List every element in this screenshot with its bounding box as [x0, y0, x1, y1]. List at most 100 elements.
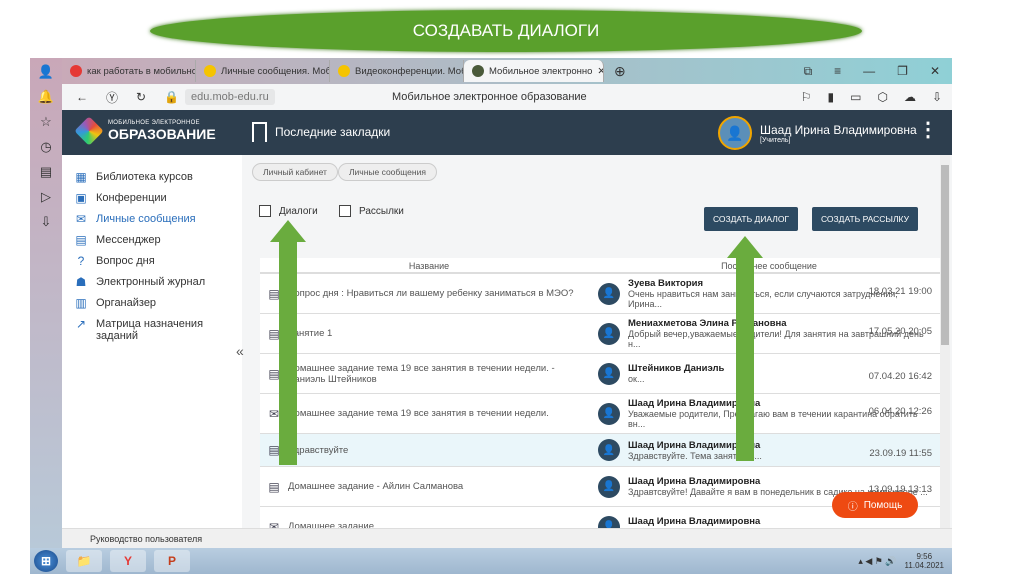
- download-icon[interactable]: ⇩: [41, 214, 52, 230]
- sender-avatar: 👤: [598, 515, 620, 528]
- checkbox-box: [339, 205, 351, 217]
- account-icon[interactable]: ☁: [904, 90, 916, 104]
- breadcrumb-item[interactable]: Личные сообщения: [337, 163, 437, 181]
- reload-icon[interactable]: ↻: [136, 90, 146, 104]
- tray-icons[interactable]: ▴ ◀ ⚑ 🔊: [858, 556, 896, 567]
- sidebar-item-matrix[interactable]: ↗ Матрица назначения заданий: [62, 314, 242, 346]
- table-row[interactable]: ▤ Вопрос дня : Нравиться ли вашему ребен…: [260, 274, 940, 314]
- url-field[interactable]: edu.mob-edu.ru: [185, 89, 275, 105]
- history-icon[interactable]: ◷: [40, 139, 51, 155]
- browser-tab-active[interactable]: Мобильное электронно✕: [464, 60, 604, 82]
- sender-avatar: 👤: [598, 322, 620, 345]
- scrollbar[interactable]: [940, 155, 950, 528]
- powerpoint-icon[interactable]: P: [154, 550, 190, 572]
- bell-icon[interactable]: 🔔: [38, 89, 54, 105]
- star-icon[interactable]: ☆: [40, 114, 52, 130]
- journal-icon: ☗: [75, 275, 87, 289]
- book-icon: ▦: [75, 170, 87, 184]
- chat-icon: ▤: [75, 233, 87, 247]
- logo[interactable]: МОБИЛЬНОЕ ЭЛЕКТРОННОЕ ОБРАЗОВАНИЕ: [74, 116, 216, 146]
- dialog-name: Домашнее задание - Айлин Салманова: [288, 481, 464, 492]
- dialog-name: Домашнее задание тема 19 все занятия в т…: [288, 362, 555, 385]
- question-icon: ?: [77, 254, 85, 268]
- browser-tab[interactable]: Личные сообщения. Моб: [196, 60, 330, 82]
- yandex-sidebar: 👤 🔔 ☆ ◷ ▤ ▷ ⇩: [30, 58, 62, 548]
- bookmark-icon[interactable]: ▮: [828, 90, 835, 104]
- chat-icon: ▤: [268, 479, 280, 494]
- clock[interactable]: 9:56 11.04.2021: [905, 552, 944, 570]
- mail-icon: ✉: [268, 519, 280, 529]
- bookmark-icon: [252, 122, 267, 142]
- tabs-icon[interactable]: ⧉: [804, 64, 813, 79]
- yandex-icon[interactable]: Ⓨ: [106, 89, 118, 106]
- breadcrumb: Личный кабинет Личные сообщения: [252, 163, 437, 181]
- dialogs-checkbox[interactable]: Диалоги: [259, 205, 318, 217]
- play-favicon-icon: [338, 65, 350, 77]
- create-dialog-button[interactable]: СОЗДАТЬ ДИАЛОГ: [704, 207, 798, 231]
- sidebar-item-question[interactable]: ? Вопрос дня: [62, 251, 242, 272]
- start-button[interactable]: ⊞: [34, 550, 58, 572]
- sender-avatar: 👤: [598, 475, 620, 498]
- table-row[interactable]: ▤ Здравствуйте 👤 Шаад Ирина Владимировна…: [260, 434, 940, 467]
- help-button[interactable]: ⓘ Помощь: [832, 492, 918, 518]
- create-mailing-button[interactable]: СОЗДАТЬ РАССЫЛКУ: [812, 207, 918, 231]
- browser-tab[interactable]: как работать в мобильно: [62, 60, 196, 82]
- mail-icon: ✉: [75, 212, 87, 226]
- play-favicon-icon: [204, 65, 216, 77]
- sidebar-item-library[interactable]: ▦ Библиотека курсов: [62, 167, 242, 188]
- mailings-checkbox[interactable]: Рассылки: [339, 205, 404, 217]
- avatar: 👤: [718, 116, 752, 150]
- dialog-name: Вопрос дня : Нравиться ли вашему ребенку…: [288, 288, 574, 299]
- profile-icon[interactable]: 👤: [38, 64, 54, 80]
- system-tray: ▴ ◀ ⚑ 🔊 9:56 11.04.2021: [858, 552, 952, 570]
- minimize-icon[interactable]: —: [863, 64, 875, 79]
- message-date: 06.04.20 12:26: [868, 406, 932, 417]
- logo-mark-icon: [74, 116, 104, 146]
- table-row[interactable]: ✉ Домашнее задание тема 19 все занятия в…: [260, 394, 940, 434]
- message-date: 07.04.20 16:42: [868, 371, 932, 382]
- table-row[interactable]: ▤ Занятие 1 👤 Мениахметова Элина Рустано…: [260, 314, 940, 354]
- sender-avatar: 👤: [598, 439, 620, 461]
- scrollbar-thumb[interactable]: [941, 165, 949, 345]
- restore-icon[interactable]: ❐: [897, 64, 908, 79]
- sender-avatar: 👤: [598, 282, 620, 305]
- play-icon[interactable]: ▷: [41, 189, 51, 205]
- sidebar-item-conferences[interactable]: ▣ Конференции: [62, 188, 242, 209]
- table-row[interactable]: ▤ Домашнее задание тема 19 все занятия в…: [260, 354, 940, 394]
- yandex-browser-icon[interactable]: Y: [110, 550, 146, 572]
- table-header: Название Последнее сообщение: [260, 258, 940, 274]
- message-date: 23.09.19 11:55: [869, 447, 932, 459]
- main-content: Личный кабинет Личные сообщения Диалоги Р…: [242, 155, 940, 528]
- sidebar: ▦ Библиотека курсов ▣ Конференции ✉ Личные …: [62, 155, 242, 528]
- new-tab-icon[interactable]: ⊕: [614, 63, 626, 80]
- chart-icon: ↗: [75, 317, 87, 331]
- sidebar-item-messages[interactable]: ✉ Личные сообщения: [62, 209, 242, 230]
- extension-icon[interactable]: ⬡: [877, 90, 887, 104]
- sender-avatar: 👤: [598, 362, 620, 385]
- dialog-name: Занятие 1: [288, 328, 333, 339]
- browser-window: 👤 🔔 ☆ ◷ ▤ ▷ ⇩ как работать в мобильно Ли…: [30, 58, 952, 574]
- browser-tab[interactable]: Видеоконференции. Моб: [330, 60, 464, 82]
- sidebar-item-journal[interactable]: ☗ Электронный журнал: [62, 272, 242, 293]
- lock-icon: 🔒: [164, 90, 180, 104]
- close-tab-icon[interactable]: ✕: [597, 66, 603, 77]
- sender-avatar: 👤: [598, 402, 620, 425]
- status-bar[interactable]: Руководство пользователя: [62, 528, 952, 548]
- slide-title-banner: СОЗДАВАТЬ ДИАЛОГИ: [150, 10, 862, 52]
- calendar-icon: ▥: [75, 296, 87, 310]
- close-window-icon[interactable]: ✕: [930, 64, 940, 79]
- recent-bookmarks[interactable]: Последние закладки: [252, 122, 390, 142]
- user-profile[interactable]: 👤 Шаад Ирина Владимировна [Учитель]: [718, 116, 917, 150]
- downloads-icon[interactable]: ⇩: [932, 90, 942, 104]
- dialog-name: Здравствуйте: [288, 444, 349, 456]
- sidebar-item-messenger[interactable]: ▤ Мессенджер: [62, 230, 242, 251]
- sidebar-item-organizer[interactable]: ▥ Органайзер: [62, 293, 242, 314]
- more-menu-icon[interactable]: ⋮: [918, 120, 938, 140]
- explorer-icon[interactable]: 📁: [66, 550, 102, 572]
- collections-icon[interactable]: ▤: [40, 164, 52, 180]
- breadcrumb-item[interactable]: Личный кабинет: [252, 163, 338, 181]
- back-icon[interactable]: ←: [76, 90, 88, 104]
- menu-icon[interactable]: ≡: [834, 64, 841, 79]
- translate-icon[interactable]: ⚐: [801, 90, 812, 104]
- green-arrow-annotation: [270, 220, 306, 465]
